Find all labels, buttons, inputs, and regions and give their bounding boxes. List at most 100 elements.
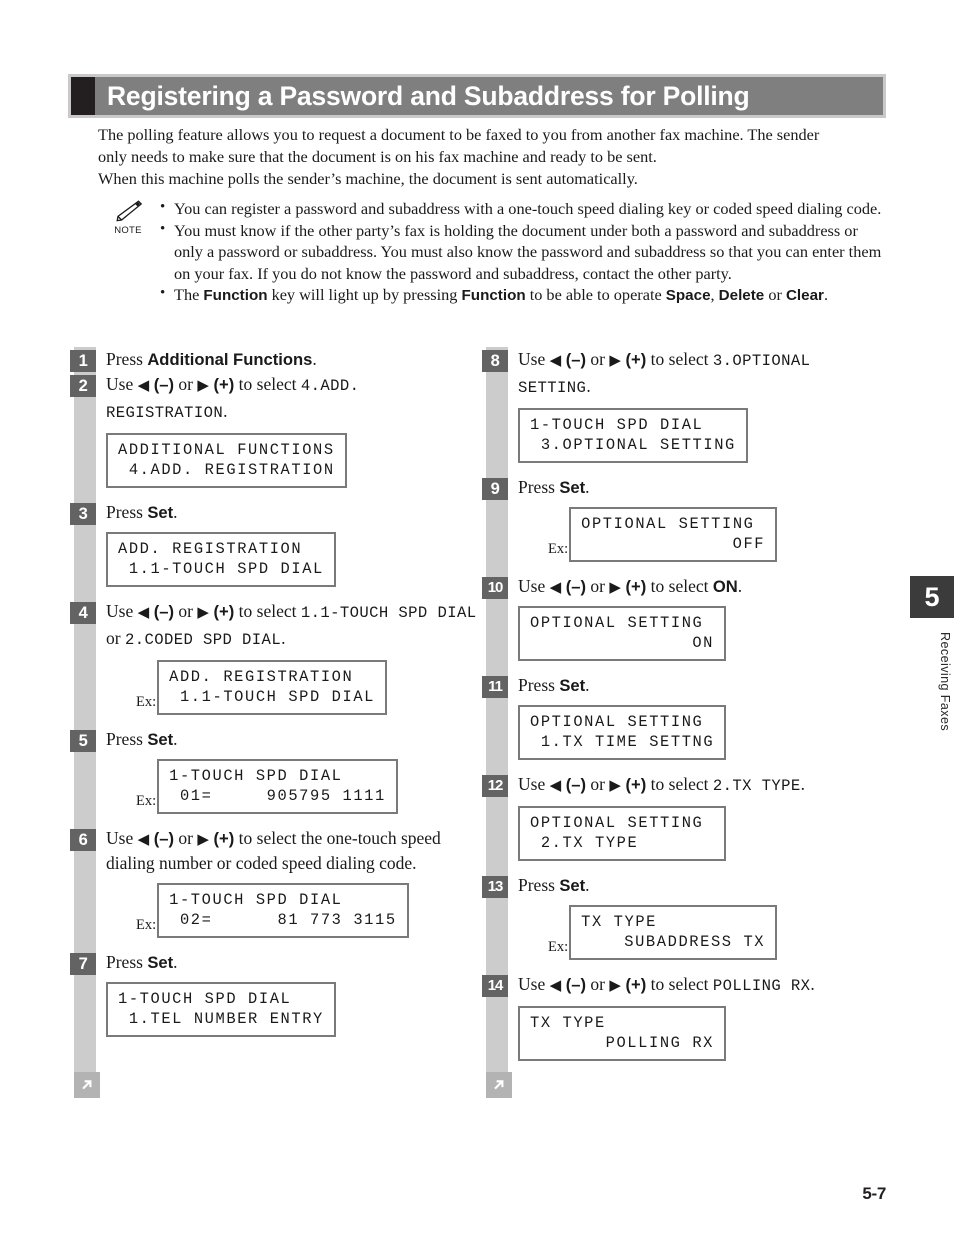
lcd-line: TX TYPE [530,1014,606,1032]
lcd-display: OPTIONAL SETTING ON [518,606,726,661]
step-number-badge: 8 [482,350,508,372]
step-menu-code: 1.1-TOUCH SPD DIAL [300,604,477,622]
procedure-step: 4 Use ◀ (–) or ▶ (+) to select 1.1-TOUCH … [68,599,480,727]
step-text: Press [518,675,560,695]
lcd-line: ADD. REGISTRATION [169,668,354,686]
lcd-line: 3.OPTIONAL SETTING [530,436,736,454]
lcd-line: OFF [732,535,766,553]
step-menu-code: 2.CODED SPD DIAL [124,631,282,649]
step-text: to select [234,601,301,621]
note-icon-group: NOTE [104,196,152,307]
step-key-term: (+) [208,829,235,848]
step-number-badge: 10 [482,577,508,599]
note-item: The Function key will light up by pressi… [160,283,890,307]
step-instruction: Press Additional Functions. [106,347,480,372]
lcd-display: OPTIONAL SETTING 1.TX TIME SETTNG [518,705,727,760]
lcd-line: OPTIONAL SETTING [530,614,704,632]
example-label: Ex: [136,916,157,933]
page-title: Registering a Password and Subaddress fo… [107,80,750,111]
steps-left-container: 1 Press Additional Functions. 2 Use ◀ (–) o… [68,347,480,1049]
lcd-display-group: OPTIONAL SETTING 1.TX TIME SETTNG [518,705,892,760]
procedure-step: 10 Use ◀ (–) or ▶ (+) to select ON. OPTION… [480,574,892,673]
lcd-line: 2.TX TYPE [530,834,639,852]
step-text: . [800,774,806,794]
example-label: Ex: [548,540,569,557]
procedure-step: 9 Press Set. Ex: OPTIONAL SETTING OFF [480,475,892,574]
procedure-step: 7 Press Set. 1-TOUCH SPD DIAL 1.TEL NUMBER… [68,950,480,1049]
arrow-right-icon: ▶ [609,580,621,596]
lcd-line: ADD. REGISTRATION [118,540,303,558]
arrow-right-icon: ▶ [197,605,209,621]
procedure-step: 11 Press Set. OPTIONAL SETTING 1.TX TIME S… [480,673,892,772]
step-key-term: (–) [149,829,175,848]
lcd-display-group: Ex: 1-TOUCH SPD DIAL 01= 905795 1111 [106,759,480,814]
step-text: Press [518,875,560,895]
lcd-line: 1.1-TOUCH SPD DIAL [169,688,376,706]
step-text: . [223,401,228,421]
step-menu-code: 2.TX TYPE [712,777,801,795]
step-text: . [585,675,590,695]
step-number-badge: 7 [70,953,96,975]
arrow-left-icon: ◀ [137,378,150,394]
arrow-left-icon: ◀ [137,832,150,848]
step-instruction: Use ◀ (–) or ▶ (+) to select 4.ADD. REGI… [106,372,480,426]
step-number-badge: 9 [482,478,508,500]
step-text: to select [646,576,713,596]
step-key-term: (–) [149,375,175,394]
lcd-line: ON [692,634,714,652]
intro-line-1: The polling feature allows you to reques… [98,125,820,144]
intro-paragraph: The polling feature allows you to reques… [98,124,888,190]
step-text: or [586,349,610,369]
step-text: Use [518,576,550,596]
step-body: Press Set. Ex: 1-TOUCH SPD DIAL 01= 905795… [96,727,480,826]
step-key-term: Set [147,730,174,749]
step-text: or [586,974,610,994]
note-item-list: You can register a password and subaddre… [160,196,890,307]
lcd-line: OPTIONAL SETTING [581,515,755,533]
step-key-term: (–) [561,975,587,994]
step-text: . [586,376,591,396]
step-column-left: 1 Press Additional Functions. 2 Use ◀ (–) o… [68,347,480,1098]
step-number-badge: 4 [70,602,96,624]
step-body: Press Set. 1-TOUCH SPD DIAL 1.TEL NUMBER … [96,950,480,1049]
lcd-display-group: OPTIONAL SETTING ON [518,606,892,661]
lcd-line: 01= 905795 1111 [169,787,386,805]
header-title-bar: Registering a Password and Subaddress fo… [95,77,883,115]
step-body: Use ◀ (–) or ▶ (+) to select 3.OPTIONAL … [508,347,892,475]
note-key-term: Function [461,287,526,304]
step-text: or [106,628,125,648]
note-text: to be able to operate [525,285,666,304]
step-text: . [173,502,178,522]
arrow-left-icon: ◀ [137,605,150,621]
step-body: Use ◀ (–) or ▶ (+) to select POLLING RX.… [508,972,892,1073]
step-instruction: Use ◀ (–) or ▶ (+) to select 2.TX TYPE. [518,772,892,799]
lcd-line: 1.TX TIME SETTNG [530,733,715,751]
step-text: to select [646,774,713,794]
step-text: Use [518,774,550,794]
step-text: Use [106,601,138,621]
example-label: Ex: [136,792,157,809]
step-text: Use [106,374,138,394]
step-body: Use ◀ (–) or ▶ (+) to select 4.ADD. REGI… [96,372,480,500]
lcd-display-group: Ex: 1-TOUCH SPD DIAL 02= 81 773 3115 [106,883,480,938]
lcd-line: TX TYPE [581,913,657,931]
step-text: Press [106,729,148,749]
step-text: to select [646,974,713,994]
step-key-term: (+) [620,350,647,369]
step-instruction: Press Set. [518,475,892,500]
step-key-term: (+) [620,775,647,794]
example-label: Ex: [548,938,569,955]
lcd-line: 4.ADD. REGISTRATION [118,461,335,479]
step-key-term: (–) [561,577,587,596]
arrow-right-icon: ▶ [609,778,621,794]
step-instruction: Press Set. [106,727,480,752]
lcd-line: 1-TOUCH SPD DIAL [530,416,704,434]
step-number-badge: 2 [70,375,96,397]
step-menu-code: POLLING RX [712,977,811,995]
step-text: or [174,828,198,848]
lcd-line: ADDITIONAL FUNCTIONS [118,441,335,459]
lcd-display: ADD. REGISTRATION 1.1-TOUCH SPD DIAL [106,532,336,587]
lcd-display-group: Ex: OPTIONAL SETTING OFF [518,507,892,562]
lcd-display: 1-TOUCH SPD DIAL 02= 81 773 3115 [157,883,409,938]
procedure-step: 2 Use ◀ (–) or ▶ (+) to select 4.ADD. REG… [68,372,480,500]
